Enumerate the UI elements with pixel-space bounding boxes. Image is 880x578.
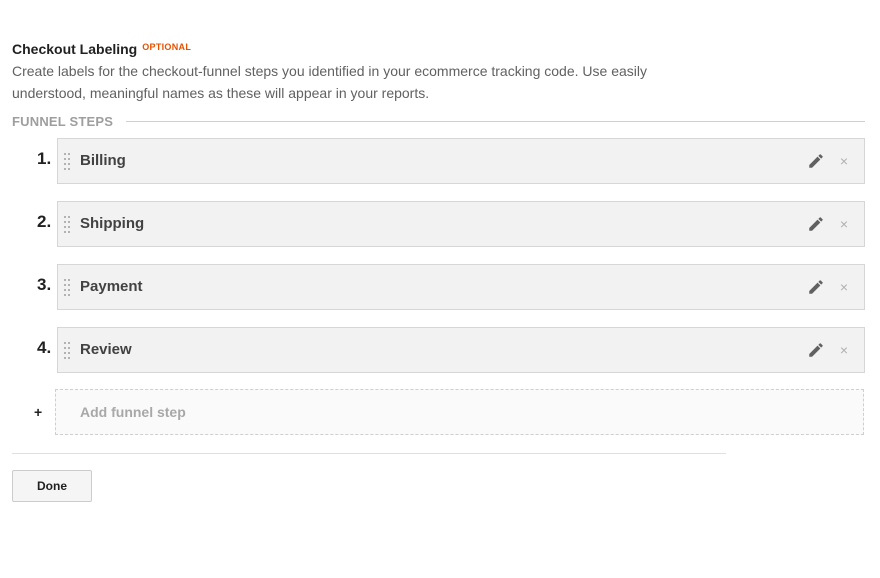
close-icon[interactable]: × [837, 278, 851, 296]
section-description: Create labels for the checkout-funnel st… [12, 63, 647, 101]
funnel-step: 2. Shipping × [0, 201, 880, 247]
pencil-icon[interactable] [807, 341, 825, 359]
step-item[interactable]: Payment × [57, 264, 865, 310]
step-name: Review [80, 341, 132, 358]
close-icon[interactable]: × [837, 215, 851, 233]
step-item[interactable]: Shipping × [57, 201, 865, 247]
step-name: Payment [80, 278, 143, 295]
optional-badge: OPTIONAL [142, 42, 192, 52]
step-number: 4. [37, 338, 52, 357]
add-funnel-step-label: Add funnel step [80, 404, 186, 420]
drag-handle-icon[interactable] [64, 279, 72, 296]
done-button[interactable]: Done [12, 470, 92, 502]
step-name: Billing [80, 152, 126, 169]
pencil-icon[interactable] [807, 215, 825, 233]
step-number: 1. [37, 149, 52, 168]
pencil-icon[interactable] [807, 278, 825, 296]
close-icon[interactable]: × [837, 341, 851, 359]
plus-icon[interactable]: + [34, 404, 42, 420]
step-number: 3. [37, 275, 52, 294]
add-funnel-step-button[interactable]: Add funnel step [55, 389, 864, 435]
section-title-text: Checkout Labeling [12, 41, 138, 57]
drag-handle-icon[interactable] [64, 153, 72, 170]
drag-handle-icon[interactable] [64, 216, 72, 233]
section-title: Checkout Labeling OPTIONAL [12, 41, 191, 57]
funnel-step: 4. Review × [0, 327, 880, 373]
pencil-icon[interactable] [807, 152, 825, 170]
funnel-step: 3. Payment × [0, 264, 880, 310]
divider [126, 121, 865, 122]
divider [12, 453, 726, 454]
funnel-step: 1. Billing × [0, 138, 880, 184]
close-icon[interactable]: × [837, 152, 851, 170]
step-item[interactable]: Review × [57, 327, 865, 373]
step-item[interactable]: Billing × [57, 138, 865, 184]
funnel-steps-label: FUNNEL STEPS [12, 114, 114, 129]
step-name: Shipping [80, 215, 145, 232]
add-funnel-step-row: + Add funnel step [0, 389, 880, 437]
funnel-steps-header: FUNNEL STEPS [12, 113, 865, 129]
step-number: 2. [37, 212, 52, 231]
drag-handle-icon[interactable] [64, 342, 72, 359]
